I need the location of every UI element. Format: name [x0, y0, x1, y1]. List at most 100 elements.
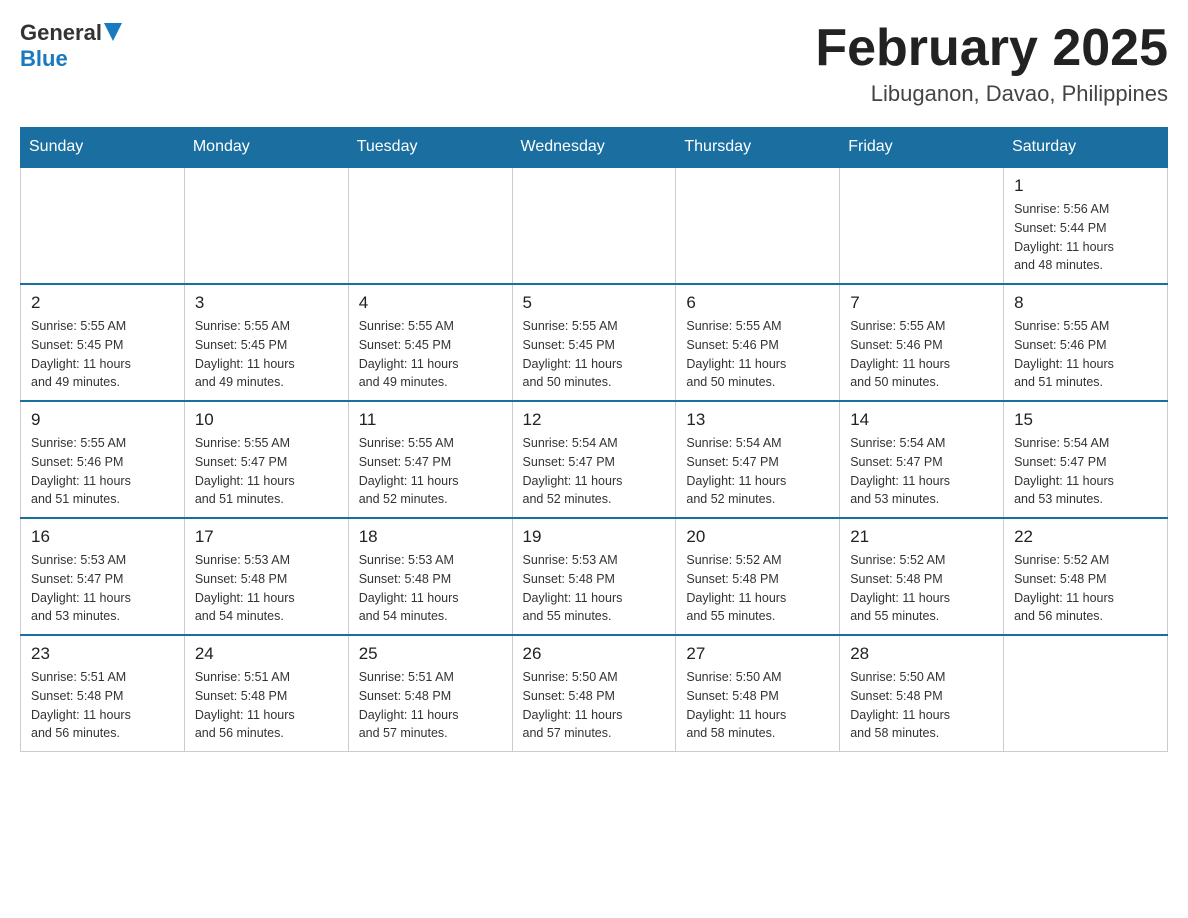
day-number: 2: [31, 293, 174, 313]
header-thursday: Thursday: [676, 128, 840, 168]
day-number: 3: [195, 293, 338, 313]
day-info: Sunrise: 5:54 AM Sunset: 5:47 PM Dayligh…: [850, 434, 993, 509]
table-row: 6 Sunrise: 5:55 AM Sunset: 5:46 PM Daylig…: [676, 284, 840, 401]
week-row-2: 9Sunrise: 5:55 AM Sunset: 5:46 PM Daylig…: [21, 401, 1168, 518]
logo-blue-text: Blue: [20, 46, 68, 71]
table-row: 26 Sunrise: 5:50 AM Sunset: 5:48 PM Dayli…: [512, 635, 676, 752]
table-row: 9Sunrise: 5:55 AM Sunset: 5:46 PM Daylig…: [21, 401, 185, 518]
calendar-table: Sunday Monday Tuesday Wednesday Thursday…: [20, 127, 1168, 752]
day-info: Sunrise: 5:53 AM Sunset: 5:48 PM Dayligh…: [195, 551, 338, 626]
table-row: [348, 167, 512, 284]
day-info: Sunrise: 5:54 AM Sunset: 5:47 PM Dayligh…: [523, 434, 666, 509]
day-info: Sunrise: 5:55 AM Sunset: 5:47 PM Dayligh…: [195, 434, 338, 509]
day-number: 8: [1014, 293, 1157, 313]
day-number: 20: [686, 527, 829, 547]
day-number: 28: [850, 644, 993, 664]
day-info: Sunrise: 5:55 AM Sunset: 5:45 PM Dayligh…: [31, 317, 174, 392]
day-number: 5: [523, 293, 666, 313]
table-row: 21 Sunrise: 5:52 AM Sunset: 5:48 PM Dayli…: [840, 518, 1004, 635]
day-info: Sunrise: 5:51 AM Sunset: 5:48 PM Dayligh…: [359, 668, 502, 743]
day-number: 21: [850, 527, 993, 547]
day-number: 19: [523, 527, 666, 547]
day-number: 25: [359, 644, 502, 664]
day-number: 15: [1014, 410, 1157, 430]
day-info: Sunrise: 5:53 AM Sunset: 5:48 PM Dayligh…: [359, 551, 502, 626]
day-number: 6: [686, 293, 829, 313]
table-row: 7Sunrise: 5:55 AM Sunset: 5:46 PM Daylig…: [840, 284, 1004, 401]
day-number: 23: [31, 644, 174, 664]
day-info: Sunrise: 5:53 AM Sunset: 5:47 PM Dayligh…: [31, 551, 174, 626]
day-info: Sunrise: 5:55 AM Sunset: 5:46 PM Dayligh…: [1014, 317, 1157, 392]
table-row: 20 Sunrise: 5:52 AM Sunset: 5:48 PM Dayli…: [676, 518, 840, 635]
table-row: 15 Sunrise: 5:54 AM Sunset: 5:47 PM Dayli…: [1004, 401, 1168, 518]
day-info: Sunrise: 5:51 AM Sunset: 5:48 PM Dayligh…: [195, 668, 338, 743]
table-row: [1004, 635, 1168, 752]
day-info: Sunrise: 5:54 AM Sunset: 5:47 PM Dayligh…: [1014, 434, 1157, 509]
table-row: 16 Sunrise: 5:53 AM Sunset: 5:47 PM Dayli…: [21, 518, 185, 635]
header-monday: Monday: [184, 128, 348, 168]
day-info: Sunrise: 5:53 AM Sunset: 5:48 PM Dayligh…: [523, 551, 666, 626]
table-row: [184, 167, 348, 284]
week-row-0: 1 Sunrise: 5:56 AM Sunset: 5:44 PM Daylig…: [21, 167, 1168, 284]
header-saturday: Saturday: [1004, 128, 1168, 168]
day-info: Sunrise: 5:54 AM Sunset: 5:47 PM Dayligh…: [686, 434, 829, 509]
table-row: 28Sunrise: 5:50 AM Sunset: 5:48 PM Dayli…: [840, 635, 1004, 752]
header-sunday: Sunday: [21, 128, 185, 168]
table-row: [21, 167, 185, 284]
table-row: 17Sunrise: 5:53 AM Sunset: 5:48 PM Dayli…: [184, 518, 348, 635]
logo-general-text: General: [20, 20, 102, 46]
page-header: General Blue February 2025 Libuganon, Da…: [20, 20, 1168, 107]
day-info: Sunrise: 5:55 AM Sunset: 5:46 PM Dayligh…: [686, 317, 829, 392]
location-title: Libuganon, Davao, Philippines: [815, 81, 1168, 107]
day-number: 11: [359, 410, 502, 430]
logo-triangle-icon: [104, 23, 122, 43]
day-info: Sunrise: 5:56 AM Sunset: 5:44 PM Dayligh…: [1014, 200, 1157, 275]
table-row: 1 Sunrise: 5:56 AM Sunset: 5:44 PM Daylig…: [1004, 167, 1168, 284]
day-number: 4: [359, 293, 502, 313]
title-block: February 2025 Libuganon, Davao, Philippi…: [815, 20, 1168, 107]
day-info: Sunrise: 5:52 AM Sunset: 5:48 PM Dayligh…: [850, 551, 993, 626]
week-row-3: 16 Sunrise: 5:53 AM Sunset: 5:47 PM Dayli…: [21, 518, 1168, 635]
table-row: [512, 167, 676, 284]
day-number: 22: [1014, 527, 1157, 547]
day-number: 27: [686, 644, 829, 664]
month-title: February 2025: [815, 20, 1168, 77]
table-row: 4 Sunrise: 5:55 AM Sunset: 5:45 PM Daylig…: [348, 284, 512, 401]
day-number: 16: [31, 527, 174, 547]
day-info: Sunrise: 5:55 AM Sunset: 5:47 PM Dayligh…: [359, 434, 502, 509]
table-row: 8 Sunrise: 5:55 AM Sunset: 5:46 PM Daylig…: [1004, 284, 1168, 401]
table-row: [840, 167, 1004, 284]
day-number: 1: [1014, 176, 1157, 196]
table-row: 25 Sunrise: 5:51 AM Sunset: 5:48 PM Dayli…: [348, 635, 512, 752]
table-row: 5 Sunrise: 5:55 AM Sunset: 5:45 PM Daylig…: [512, 284, 676, 401]
day-number: 26: [523, 644, 666, 664]
day-number: 24: [195, 644, 338, 664]
day-info: Sunrise: 5:55 AM Sunset: 5:46 PM Dayligh…: [850, 317, 993, 392]
header-friday: Friday: [840, 128, 1004, 168]
day-info: Sunrise: 5:50 AM Sunset: 5:48 PM Dayligh…: [523, 668, 666, 743]
day-number: 9: [31, 410, 174, 430]
day-number: 18: [359, 527, 502, 547]
table-row: 13Sunrise: 5:54 AM Sunset: 5:47 PM Dayli…: [676, 401, 840, 518]
day-info: Sunrise: 5:55 AM Sunset: 5:45 PM Dayligh…: [195, 317, 338, 392]
weekday-header-row: Sunday Monday Tuesday Wednesday Thursday…: [21, 128, 1168, 168]
week-row-4: 23 Sunrise: 5:51 AM Sunset: 5:48 PM Dayli…: [21, 635, 1168, 752]
header-wednesday: Wednesday: [512, 128, 676, 168]
table-row: 2 Sunrise: 5:55 AM Sunset: 5:45 PM Daylig…: [21, 284, 185, 401]
day-info: Sunrise: 5:55 AM Sunset: 5:45 PM Dayligh…: [359, 317, 502, 392]
week-row-1: 2 Sunrise: 5:55 AM Sunset: 5:45 PM Daylig…: [21, 284, 1168, 401]
table-row: 23 Sunrise: 5:51 AM Sunset: 5:48 PM Dayli…: [21, 635, 185, 752]
table-row: [676, 167, 840, 284]
table-row: 3 Sunrise: 5:55 AM Sunset: 5:45 PM Daylig…: [184, 284, 348, 401]
day-info: Sunrise: 5:51 AM Sunset: 5:48 PM Dayligh…: [31, 668, 174, 743]
day-info: Sunrise: 5:52 AM Sunset: 5:48 PM Dayligh…: [1014, 551, 1157, 626]
day-number: 12: [523, 410, 666, 430]
table-row: 22 Sunrise: 5:52 AM Sunset: 5:48 PM Dayli…: [1004, 518, 1168, 635]
day-info: Sunrise: 5:55 AM Sunset: 5:45 PM Dayligh…: [523, 317, 666, 392]
table-row: 10Sunrise: 5:55 AM Sunset: 5:47 PM Dayli…: [184, 401, 348, 518]
table-row: 12 Sunrise: 5:54 AM Sunset: 5:47 PM Dayli…: [512, 401, 676, 518]
table-row: 14 Sunrise: 5:54 AM Sunset: 5:47 PM Dayli…: [840, 401, 1004, 518]
day-number: 14: [850, 410, 993, 430]
day-info: Sunrise: 5:52 AM Sunset: 5:48 PM Dayligh…: [686, 551, 829, 626]
table-row: 27Sunrise: 5:50 AM Sunset: 5:48 PM Dayli…: [676, 635, 840, 752]
